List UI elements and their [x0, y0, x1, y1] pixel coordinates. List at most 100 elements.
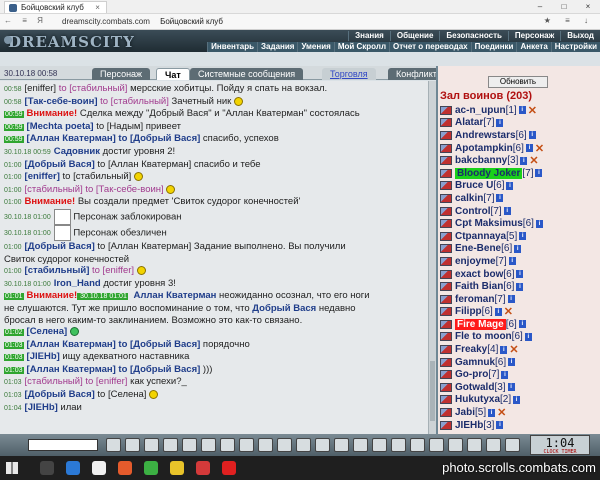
player-name[interactable]: Bruce U	[455, 180, 493, 191]
top-menu-item[interactable]: Безопасность	[439, 31, 508, 41]
player-row[interactable]: Bloody Joker [7] i	[440, 167, 600, 180]
close-tab-icon[interactable]: ×	[95, 3, 100, 12]
chat-nick[interactable]: [JIEHb]	[27, 351, 60, 362]
toolbar-button-icon[interactable]	[144, 438, 159, 452]
sub-menu-item[interactable]: Анкета	[516, 42, 551, 52]
toolbar-button-icon[interactable]	[258, 438, 273, 452]
toolbar-button-icon[interactable]	[410, 438, 425, 452]
player-name[interactable]: calkin	[455, 193, 483, 204]
info-icon[interactable]: i	[507, 383, 515, 392]
toolbar-button-icon[interactable]	[163, 438, 178, 452]
info-icon[interactable]: i	[520, 156, 528, 165]
toolbar-button-icon[interactable]	[448, 438, 463, 452]
player-row[interactable]: Bruce U [6] i	[440, 180, 600, 193]
info-icon[interactable]: i	[516, 282, 524, 291]
player-name[interactable]: Bloody Joker	[455, 167, 523, 179]
chat-tab[interactable]: Системные сообщения	[190, 68, 304, 80]
player-row[interactable]: Ctpannaya [5] i	[440, 230, 600, 243]
taskbar-app-icon[interactable]	[170, 461, 184, 475]
info-icon[interactable]: i	[519, 232, 527, 241]
sub-menu-item[interactable]: Настройки	[550, 42, 600, 52]
info-icon[interactable]: i	[516, 270, 524, 279]
chat-nick[interactable]: [Аллан Кватерман]	[27, 364, 116, 375]
player-name[interactable]: Apotampkin	[455, 143, 513, 154]
player-row[interactable]: Go-pro [7] i	[440, 368, 600, 381]
player-name[interactable]: bakcbanny	[455, 155, 507, 166]
player-name[interactable]: enjoyme	[455, 256, 496, 267]
player-row[interactable]: Ene-Bene [6] i	[440, 243, 600, 256]
info-icon[interactable]: i	[496, 194, 504, 203]
player-row[interactable]: Jabi [5] i ✕	[440, 406, 600, 419]
player-row[interactable]: Gotwald [3] i	[440, 381, 600, 394]
chat-nick[interactable]: to [Добрый Вася]	[116, 339, 200, 350]
toolbar-button-icon[interactable]	[315, 438, 330, 452]
info-icon[interactable]: i	[508, 358, 516, 367]
player-row[interactable]: Gamnuk [6] i	[440, 356, 600, 369]
chat-tab[interactable]: Торговля	[322, 68, 376, 80]
toolbar-button-icon[interactable]	[296, 438, 311, 452]
info-icon[interactable]: i	[507, 295, 515, 304]
toolbar-button-icon[interactable]	[505, 438, 520, 452]
player-name[interactable]: Freaky	[455, 344, 487, 355]
chat-nick[interactable]: [Добрый Вася]	[25, 241, 95, 252]
player-row[interactable]: exact bow [6] i	[440, 268, 600, 281]
player-name[interactable]: Alatar	[455, 117, 483, 128]
info-icon[interactable]: i	[513, 395, 521, 404]
player-row[interactable]: Apotampkin [6] i ✕	[440, 142, 600, 155]
taskbar-app-icon[interactable]	[40, 461, 54, 475]
chat-nick[interactable]: to [Добрый Вася]	[116, 133, 200, 144]
sub-menu-item[interactable]: Задания	[257, 42, 298, 52]
chat-scrollbar[interactable]	[428, 81, 436, 434]
minimize-icon[interactable]: –	[528, 0, 552, 14]
player-row[interactable]: JIEHb [3] i	[440, 419, 600, 432]
info-icon[interactable]: i	[518, 320, 526, 329]
chat-scroll-thumb[interactable]	[430, 361, 435, 421]
player-name[interactable]: Faith Bian	[455, 281, 503, 292]
sub-menu-item[interactable]: Мой Скролл	[333, 42, 390, 52]
chat-nick[interactable]: to [Добрый Вася]	[116, 364, 200, 375]
browser-tab[interactable]: Бойцовский клуб ×	[4, 1, 107, 13]
player-name[interactable]: feroman	[455, 294, 494, 305]
refresh-button[interactable]: Обновить	[488, 76, 548, 88]
top-menu-item[interactable]: Персонаж	[507, 31, 560, 41]
taskbar-app-icon[interactable]	[196, 461, 210, 475]
chat-nick[interactable]: Садовник	[54, 146, 100, 157]
url-field[interactable]: dreamscity.combats.com Бойцовский клуб	[62, 17, 223, 26]
browser-tools[interactable]: ★ ≡ ↓	[544, 16, 594, 25]
toolbar-button-icon[interactable]	[391, 438, 406, 452]
chat-nick[interactable]: [Аллан Кватерман]	[27, 133, 116, 144]
taskbar-app-icon[interactable]	[144, 461, 158, 475]
taskbar-app-icon[interactable]	[92, 461, 106, 475]
player-name[interactable]: Hukutyxa	[455, 394, 500, 405]
player-row[interactable]: ac-n_upun [1] i ✕	[440, 104, 600, 117]
toolbar-button-icon[interactable]	[182, 438, 197, 452]
player-row[interactable]: Filipp [6] i ✕	[440, 306, 600, 318]
player-row[interactable]: Freaky [4] i ✕	[440, 343, 600, 356]
chat-nick[interactable]: [Так-себе-воин]	[25, 96, 98, 107]
player-name[interactable]: exact bow	[455, 269, 503, 280]
chat-nick[interactable]: [Mechta poeta]	[27, 121, 94, 132]
toolbar-button-icon[interactable]	[201, 438, 216, 452]
info-icon[interactable]: i	[503, 207, 511, 216]
toolbar-button-icon[interactable]	[372, 438, 387, 452]
chat-tab[interactable]: Чат	[156, 68, 190, 80]
player-row[interactable]: Fire Mage [6] i	[440, 318, 600, 331]
nav-buttons[interactable]: ← ≡ Я	[4, 16, 47, 25]
chat-nick[interactable]: Аллан Кватерман	[131, 290, 216, 301]
chat-tab[interactable]: Персонаж	[92, 68, 151, 80]
windows-start-icon[interactable]	[6, 462, 18, 474]
chat-input[interactable]	[28, 439, 98, 451]
info-icon[interactable]: i	[514, 244, 522, 253]
info-icon[interactable]: i	[525, 144, 533, 153]
toolbar-button-icon[interactable]	[334, 438, 349, 452]
top-menu-item[interactable]: Знания	[348, 31, 390, 41]
player-row[interactable]: calkin [7] i	[440, 192, 600, 205]
chat-nick[interactable]: [Добрый Вася]	[25, 389, 95, 400]
player-row[interactable]: bakcbanny [3] i ✕	[440, 154, 600, 167]
toolbar-button-icon[interactable]	[467, 438, 482, 452]
game-logo[interactable]: DREAMSCITY	[4, 33, 135, 51]
info-icon[interactable]: i	[500, 345, 508, 354]
chat-nick[interactable]: [Добрый Вася]	[25, 159, 95, 170]
player-name[interactable]: Control	[455, 206, 491, 217]
player-row[interactable]: Faith Bian [6] i	[440, 280, 600, 293]
